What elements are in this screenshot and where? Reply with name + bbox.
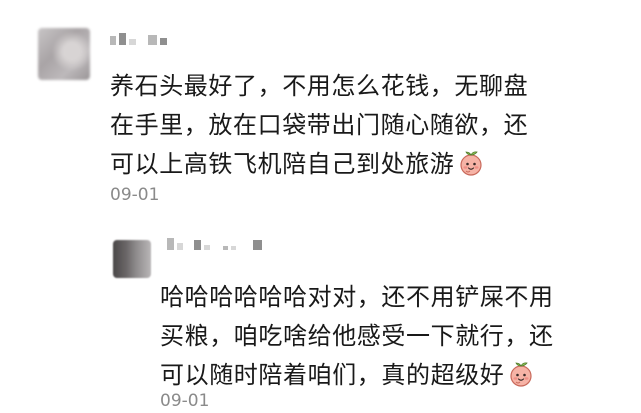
comment-line: 可以随时陪着咱们，真的超级好	[160, 356, 554, 395]
timestamp: 09-01	[160, 391, 210, 411]
comment-item: 养石头最好了，不用怎么花钱，无聊盘 在手里，放在口袋带出门随心随欲，还 可以上高…	[0, 0, 641, 220]
avatar[interactable]	[113, 240, 151, 278]
comment-text: 养石头最好了，不用怎么花钱，无聊盘 在手里，放在口袋带出门随心随欲，还 可以上高…	[110, 67, 528, 184]
username-pixelated[interactable]	[110, 33, 167, 45]
timestamp: 09-01	[110, 185, 160, 205]
comment-text: 哈哈哈哈哈哈对对，还不用铲屎不用 买粮，咱吃啥给他感受一下就行，还 可以随时陪着…	[160, 278, 554, 395]
comment-reply-item: 哈哈哈哈哈哈对对，还不用铲屎不用 买粮，咱吃啥给他感受一下就行，还 可以随时陪着…	[0, 225, 641, 413]
avatar[interactable]	[38, 28, 90, 80]
peach-emoji-icon	[457, 149, 485, 177]
comment-line: 可以上高铁飞机陪自己到处旅游	[110, 145, 528, 184]
comment-line: 养石头最好了，不用怎么花钱，无聊盘	[110, 72, 529, 100]
peach-emoji-icon	[507, 360, 535, 388]
comment-line: 哈哈哈哈哈哈对对，还不用铲屎不用	[160, 283, 554, 311]
comment-line: 买粮，咱吃啥给他感受一下就行，还	[160, 322, 554, 350]
comment-line: 在手里，放在口袋带出门随心随欲，还	[110, 111, 529, 139]
username-pixelated[interactable]	[167, 238, 262, 250]
